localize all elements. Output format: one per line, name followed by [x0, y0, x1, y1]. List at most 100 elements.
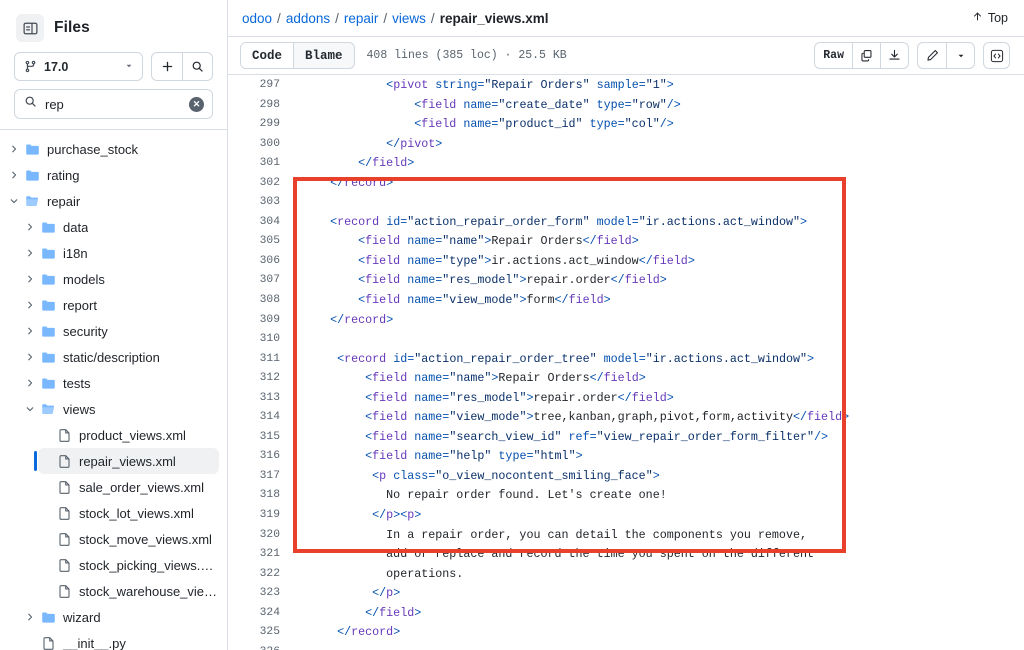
folder-tree-item[interactable]: repair	[6, 188, 219, 214]
clear-search-icon[interactable]: ✕	[189, 96, 204, 112]
chevron-right-icon[interactable]	[22, 352, 38, 362]
folder-tree-item[interactable]: models	[22, 266, 219, 292]
folder-tree-item[interactable]: wizard	[22, 604, 219, 630]
line-number[interactable]: 317	[228, 467, 294, 487]
line-number[interactable]: 307	[228, 271, 294, 291]
chevron-right-icon[interactable]	[22, 612, 38, 622]
file-tree-item[interactable]: stock_move_views.xml	[38, 526, 219, 552]
tree-item-label: rating	[47, 167, 80, 183]
copy-icon[interactable]	[852, 43, 880, 68]
tab-blame[interactable]: Blame	[293, 43, 354, 68]
line-number[interactable]: 320	[228, 526, 294, 546]
folder-tree-item[interactable]: security	[22, 318, 219, 344]
tab-code[interactable]: Code	[241, 43, 294, 68]
line-number[interactable]: 298	[228, 96, 294, 116]
line-number[interactable]: 326	[228, 643, 294, 650]
folder-tree-item[interactable]: report	[22, 292, 219, 318]
line-number[interactable]: 315	[228, 428, 294, 448]
code-line: 302 </record>	[228, 174, 1024, 194]
line-number[interactable]: 300	[228, 135, 294, 155]
line-content: <field name="product_id" type="col"/>	[414, 117, 674, 132]
folder-tree-item[interactable]: static/description	[22, 344, 219, 370]
search-icon[interactable]	[182, 53, 212, 80]
line-number[interactable]: 313	[228, 389, 294, 409]
folder-tree-item[interactable]: purchase_stock	[6, 136, 219, 162]
code-line: 298 <field name="create_date" type="row"…	[228, 96, 1024, 116]
breadcrumb-item-repair[interactable]: repair	[344, 11, 379, 26]
raw-button[interactable]: Raw	[815, 43, 852, 68]
line-number[interactable]: 306	[228, 252, 294, 272]
folder-tree-item[interactable]: rating	[6, 162, 219, 188]
file-tree-item[interactable]: stock_lot_views.xml	[38, 500, 219, 526]
breadcrumb-item-views[interactable]: views	[392, 11, 426, 26]
line-content: <field name="name">Repair Orders</field>	[365, 371, 646, 386]
line-content: </record>	[330, 175, 394, 190]
chevron-right-icon[interactable]	[22, 378, 38, 388]
line-number[interactable]: 310	[228, 330, 294, 350]
sidebar-panel-icon[interactable]	[16, 14, 44, 42]
sidebar-actions	[151, 52, 213, 81]
line-number[interactable]: 308	[228, 291, 294, 311]
code-line: 316 <field name="help" type="html">	[228, 447, 1024, 467]
folder-tree-item[interactable]: i18n	[22, 240, 219, 266]
chevron-right-icon[interactable]	[22, 274, 38, 284]
chevron-right-icon[interactable]	[22, 248, 38, 258]
chevron-right-icon[interactable]	[6, 144, 22, 154]
line-content: <field name="name">Repair Orders</field>	[358, 234, 639, 249]
chevron-right-icon[interactable]	[22, 222, 38, 232]
line-content: </field>	[365, 605, 422, 620]
line-number[interactable]: 323	[228, 584, 294, 604]
code-line: 320 In a repair order, you can detail th…	[228, 526, 1024, 546]
file-tree-item[interactable]: __init__.py	[22, 630, 219, 650]
folder-tree-item[interactable]: views	[22, 396, 219, 422]
chevron-down-icon[interactable]	[22, 404, 38, 414]
file-icon	[54, 506, 75, 521]
chevron-right-icon[interactable]	[6, 170, 22, 180]
folder-tree-item[interactable]: data	[22, 214, 219, 240]
line-number[interactable]: 319	[228, 506, 294, 526]
line-content: <field name="view_mode">form</field>	[358, 293, 611, 308]
file-tree-item[interactable]: sale_order_views.xml	[38, 474, 219, 500]
line-number[interactable]: 325	[228, 623, 294, 643]
breadcrumb-item-odoo[interactable]: odoo	[242, 11, 272, 26]
line-number[interactable]: 311	[228, 350, 294, 370]
chevron-right-icon[interactable]	[22, 300, 38, 310]
file-tree-item[interactable]: repair_views.xml	[34, 448, 219, 474]
line-number[interactable]: 322	[228, 565, 294, 585]
breadcrumb-item-addons[interactable]: addons	[286, 11, 330, 26]
breadcrumb-separator: /	[383, 10, 388, 26]
folder-tree-item[interactable]: tests	[22, 370, 219, 396]
pencil-icon[interactable]	[918, 43, 946, 68]
back-to-top-link[interactable]: Top	[972, 11, 1008, 25]
line-number[interactable]: 309	[228, 311, 294, 331]
line-number[interactable]: 324	[228, 604, 294, 624]
code-brackets-icon[interactable]	[983, 42, 1010, 69]
file-tree-item[interactable]: product_views.xml	[38, 422, 219, 448]
download-icon[interactable]	[880, 43, 908, 68]
edit-group	[917, 42, 975, 69]
line-number[interactable]: 314	[228, 408, 294, 428]
line-number[interactable]: 302	[228, 174, 294, 194]
line-number[interactable]: 297	[228, 76, 294, 96]
line-content: <field name="create_date" type="row"/>	[414, 97, 681, 112]
code-viewer[interactable]: 297 <pivot string="Repair Orders" sample…	[228, 75, 1024, 650]
chevron-right-icon[interactable]	[22, 326, 38, 336]
line-number[interactable]: 318	[228, 486, 294, 506]
line-number[interactable]: 316	[228, 447, 294, 467]
add-file-button[interactable]	[152, 53, 182, 80]
line-number[interactable]: 304	[228, 213, 294, 233]
code-line: 303	[228, 193, 1024, 213]
file-tree-item[interactable]: stock_warehouse_view…	[38, 578, 219, 604]
line-number[interactable]: 301	[228, 154, 294, 174]
chevron-down-icon[interactable]	[946, 43, 974, 68]
line-number[interactable]: 321	[228, 545, 294, 565]
line-number[interactable]: 305	[228, 232, 294, 252]
chevron-down-icon[interactable]	[6, 196, 22, 206]
search-input[interactable]: rep ✕	[14, 89, 213, 119]
branch-selector[interactable]: 17.0	[14, 52, 143, 81]
line-number[interactable]: 312	[228, 369, 294, 389]
file-tree-item[interactable]: stock_picking_views.xml	[38, 552, 219, 578]
line-number[interactable]: 299	[228, 115, 294, 135]
code-line: 300 </pivot>	[228, 135, 1024, 155]
line-number[interactable]: 303	[228, 193, 294, 213]
